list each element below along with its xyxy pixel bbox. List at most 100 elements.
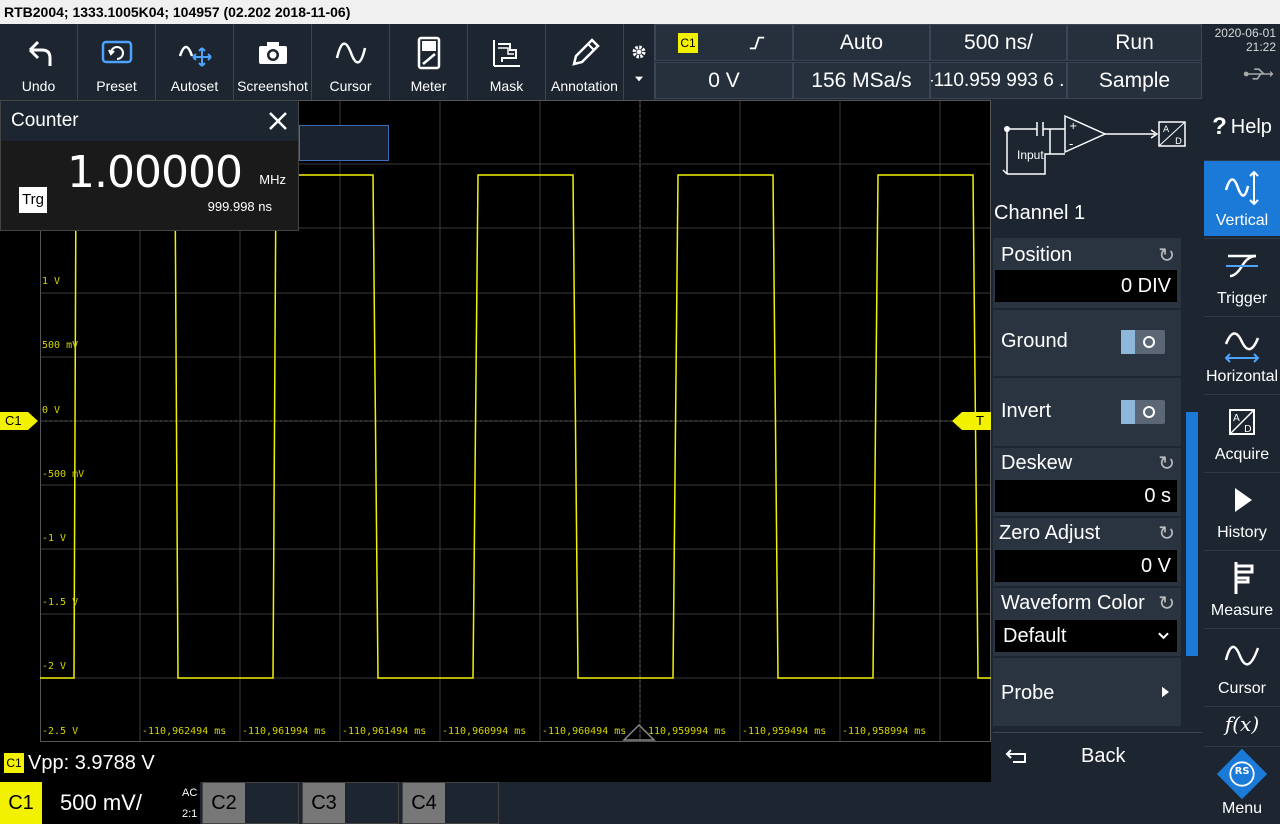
annotation-input-box[interactable] — [299, 125, 389, 161]
screenshot-button[interactable]: Screenshot — [234, 24, 312, 100]
history-button[interactable]: History — [1204, 472, 1280, 548]
y-label-neg1-5v: -1.5 V — [42, 597, 79, 608]
run-state: Run — [1115, 30, 1154, 54]
channel-c1-label: C1 — [0, 782, 42, 824]
marker-label-left: C1 — [5, 413, 22, 428]
trigger-level-cell[interactable]: 0 V — [655, 62, 793, 99]
acquire-button[interactable]: AD Acquire — [1204, 394, 1280, 470]
channel-c4-tab[interactable]: C4 — [402, 782, 499, 824]
annotation-button[interactable]: Annotation — [546, 24, 624, 100]
chevron-down-icon — [635, 76, 643, 82]
history-label: History — [1217, 524, 1267, 541]
channel-c1-scale: 500 mV/ — [60, 790, 142, 815]
help-button[interactable]: ? Help — [1204, 100, 1280, 160]
meter-label: Meter — [410, 78, 447, 94]
mask-button[interactable]: Mask — [468, 24, 546, 100]
mask-icon — [492, 40, 520, 67]
autoset-button[interactable]: Autoset — [156, 24, 234, 100]
trigger-button[interactable]: Trigger — [1204, 238, 1280, 314]
preset-button[interactable]: Preset — [78, 24, 156, 100]
reset-icon[interactable]: ↻ — [1158, 451, 1175, 476]
svg-text:+: + — [1069, 121, 1077, 132]
y-label-500mv: 500 mV — [42, 340, 79, 351]
zero-adjust-value[interactable]: 0 V — [995, 550, 1177, 582]
reset-icon[interactable]: ↻ — [1158, 521, 1175, 546]
toolbar-settings-button[interactable] — [624, 24, 655, 100]
svg-text:D: D — [1175, 137, 1182, 147]
close-icon[interactable] — [268, 111, 288, 131]
counter-panel[interactable]: Counter Trg 1.00000 MHz 999.998 ns — [0, 100, 299, 231]
annotation-label: Annotation — [551, 78, 618, 94]
y-label-1v: 1 V — [42, 276, 61, 287]
ground-toggle[interactable] — [1121, 330, 1165, 354]
sample-rate-cell[interactable]: 156 MSa/s — [793, 62, 930, 99]
undo-label: Undo — [21, 78, 56, 94]
fx-label: f(x) — [1224, 711, 1260, 736]
channel-c3-tab[interactable]: C3 — [302, 782, 399, 824]
trigger-mode: Auto — [839, 30, 884, 54]
waveform-color-select[interactable]: Default — [995, 620, 1177, 652]
svg-text:A: A — [1163, 125, 1170, 135]
chevron-down-icon — [1158, 632, 1169, 640]
invert-toggle[interactable] — [1121, 400, 1165, 424]
deskew-setting[interactable]: Deskew ↻ 0 s — [993, 448, 1181, 516]
channel-c2-tab[interactable]: C2 — [202, 782, 299, 824]
position-value[interactable]: 0 DIV — [995, 270, 1177, 302]
mask-label: Mask — [489, 78, 524, 94]
trigger-level-marker[interactable]: T — [950, 410, 992, 432]
run-stop-cell[interactable]: Run — [1067, 24, 1202, 61]
math-button[interactable]: f(x) — [1204, 706, 1280, 746]
measurement-value: Vpp: 3.9788 V — [28, 751, 155, 774]
zero-adjust-setting[interactable]: Zero Adjust ↻ 0 V — [993, 518, 1181, 586]
main-menu-button[interactable]: RS Menu — [1204, 746, 1280, 824]
timebase-cell[interactable]: 500 ns/ — [930, 24, 1067, 61]
rs-logo-text: RS — [1235, 766, 1250, 777]
measurement-channel-tag: C1 — [4, 753, 24, 773]
trigger-mode-cell[interactable]: Auto — [793, 24, 930, 61]
pencil-icon — [571, 38, 600, 66]
time: 21:22 — [1245, 40, 1276, 54]
reset-icon[interactable]: ↻ — [1158, 591, 1175, 616]
diagram-input-label: Input — [1017, 148, 1044, 162]
channel-offset-marker[interactable]: C1 — [0, 410, 40, 432]
probe-setting[interactable]: Probe — [993, 658, 1181, 726]
horizontal-icon — [1224, 332, 1260, 363]
vertical-icon — [1224, 170, 1259, 206]
channel-c1-tab[interactable]: C1 500 mV/ AC 2:1 — [0, 782, 200, 824]
vertical-button[interactable]: Vertical — [1204, 160, 1280, 236]
invert-setting[interactable]: Invert — [993, 378, 1181, 446]
cursor-menu-button[interactable]: Cursor — [1204, 628, 1280, 704]
autoset-label: Autoset — [170, 78, 219, 94]
channel-name: Channel 1 — [994, 202, 1086, 224]
meter-icon — [417, 36, 440, 70]
undo-button[interactable]: Undo — [0, 24, 78, 100]
waveform-color-setting[interactable]: Waveform Color ↻ Default — [993, 588, 1181, 656]
date: 2020-06-01 — [1214, 26, 1276, 40]
menu-scrollbar[interactable] — [1186, 412, 1198, 656]
trigger-source-cell[interactable]: C1 — [655, 24, 793, 61]
acquisition-mode: Sample — [1098, 68, 1171, 92]
acquisition-mode-cell[interactable]: Sample — [1067, 62, 1202, 99]
x-label: -110,961994 ms — [242, 726, 327, 737]
horizontal-button[interactable]: Horizontal — [1204, 316, 1280, 392]
channel-c1-coupling: AC — [182, 787, 198, 799]
cursor-button[interactable]: Cursor — [312, 24, 390, 100]
position-setting[interactable]: Position ↻ 0 DIV — [993, 238, 1181, 308]
trigger-position-marker[interactable] — [622, 722, 656, 742]
acquire-label: Acquire — [1214, 446, 1270, 463]
vertical-menu: + - A D Input Channel 1 Position ↻ 0 DIV… — [991, 100, 1202, 782]
back-button[interactable]: Back — [993, 732, 1202, 782]
channel-c4-label: C4 — [403, 783, 445, 823]
help-label: Help — [1230, 115, 1272, 138]
meter-button[interactable]: Meter — [390, 24, 468, 100]
deskew-value[interactable]: 0 s — [995, 480, 1177, 512]
ground-setting[interactable]: Ground — [993, 310, 1181, 376]
svg-text:A: A — [1233, 413, 1240, 424]
zero-adjust-label: Zero Adjust — [999, 522, 1101, 544]
measure-button[interactable]: Measure — [1204, 550, 1280, 626]
x-label: -110,961494 ms — [342, 726, 427, 737]
reset-icon[interactable]: ↻ — [1158, 243, 1175, 268]
y-label-neg2-5v: -2.5 V — [42, 726, 79, 737]
time-offset-cell[interactable]: -110.959 993 6 .. — [930, 62, 1067, 99]
probe-label: Probe — [1001, 682, 1055, 704]
